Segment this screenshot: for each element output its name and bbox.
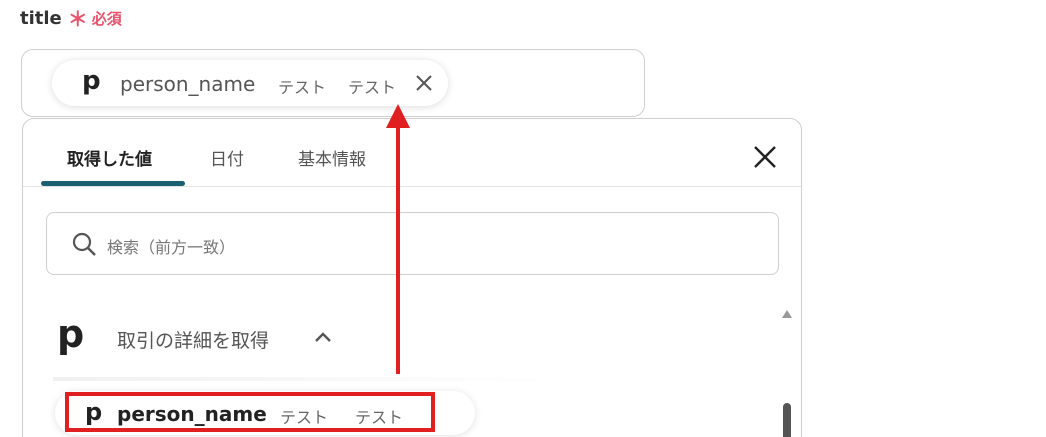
close-icon[interactable] — [752, 144, 778, 170]
annotation-highlight-box — [65, 392, 435, 432]
required-asterisk: ＊ — [67, 6, 88, 31]
app-logo-icon: p — [57, 312, 85, 356]
chip-variable-name: person_name — [120, 72, 256, 96]
chevron-up-icon[interactable] — [313, 329, 333, 345]
required-label: 必須 — [91, 10, 122, 28]
tab-bar: 取得した値 日付 基本情報 — [23, 119, 801, 187]
scroll-up-icon[interactable] — [781, 309, 793, 319]
field-label: title ＊ 必須 — [20, 8, 122, 29]
tab-date[interactable]: 日付 — [210, 145, 244, 170]
search-input[interactable]: 検索（前方一致） — [46, 212, 779, 275]
search-placeholder: 検索（前方一致） — [107, 238, 236, 257]
tab-acquired-values[interactable]: 取得した値 — [67, 145, 152, 170]
scroll-thumb[interactable] — [783, 403, 791, 437]
chip-sample-value-1: テスト — [278, 78, 327, 97]
variable-chip[interactable]: p person_name テスト テスト — [52, 60, 448, 106]
variable-picker-panel: 取得した値 日付 基本情報 検索（前方一致） p 取引の詳細を取得 p pers… — [22, 118, 802, 437]
chip-sample-value-2: テスト — [348, 78, 397, 97]
search-icon — [72, 232, 96, 256]
active-tab-indicator — [41, 181, 185, 186]
divider — [53, 377, 553, 381]
close-icon[interactable] — [414, 73, 434, 93]
scrollbar[interactable] — [778, 299, 796, 437]
app-logo-icon: p — [82, 66, 101, 96]
group-header-title[interactable]: 取引の詳細を取得 — [117, 326, 269, 353]
field-label-text: title — [20, 8, 62, 29]
tab-basic-info[interactable]: 基本情報 — [298, 145, 366, 170]
